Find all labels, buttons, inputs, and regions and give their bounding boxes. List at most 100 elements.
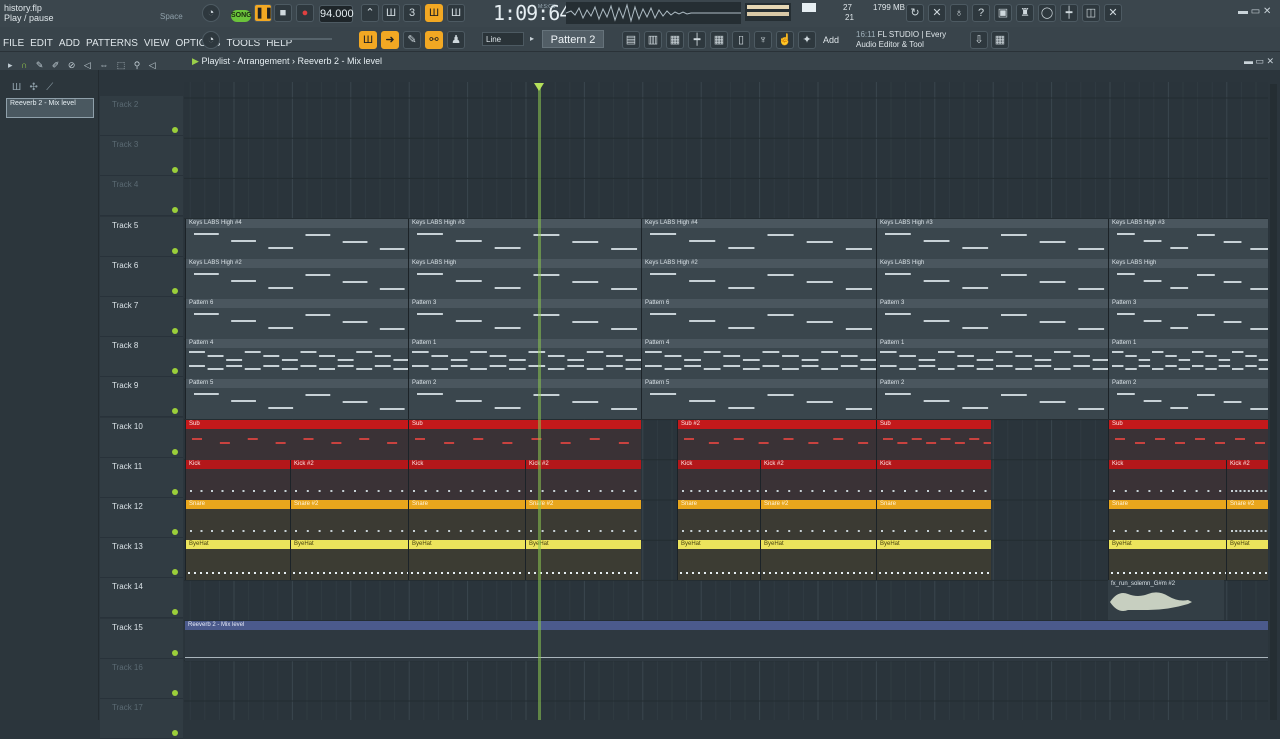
track-enable-led[interactable] [172, 730, 178, 736]
playhead-marker-icon[interactable] [534, 83, 544, 91]
plugin-picker-icon[interactable]: ♆ [754, 31, 772, 49]
drum-clip[interactable]: Kick [1108, 459, 1226, 500]
drum-clip[interactable]: Snare [876, 500, 991, 540]
menu-view[interactable]: VIEW [144, 38, 170, 49]
plugin-icon[interactable]: ♜ [1016, 4, 1034, 22]
drum-clip[interactable]: Kick #2 [525, 459, 641, 500]
pattern-prev-icon[interactable]: ▸ [530, 34, 534, 43]
drum-clip[interactable]: Snare #2 [525, 500, 641, 540]
drum-clip[interactable]: Kick [677, 459, 760, 500]
zoom-icon[interactable]: ⚲ [134, 60, 141, 71]
dense-clip[interactable]: Pattern 1 [408, 339, 641, 380]
fader-icon[interactable]: ┿ [1060, 4, 1078, 22]
pattern-clip[interactable]: Keys LABS High #4 [641, 218, 876, 259]
audio-clip[interactable]: fx_run_solemn_G#m #2 [1108, 580, 1224, 621]
channel-view-icon[interactable]: ▦ [710, 31, 728, 49]
pattern-clip[interactable]: Pattern 2 [408, 379, 641, 420]
track-enable-led[interactable] [172, 247, 178, 254]
snap-select[interactable]: Line [482, 32, 524, 46]
song-time-display[interactable]: 1:09:64 [493, 1, 571, 25]
hat-clip[interactable]: ByeHat [760, 540, 876, 581]
magnet-icon[interactable]: ∩ [21, 60, 27, 70]
sub-clip[interactable]: Sub [1108, 419, 1268, 460]
marker-icon[interactable]: ✦ [798, 31, 816, 49]
track-header[interactable]: Track 8 [100, 337, 183, 378]
master-volume-knob[interactable]: ◔ [202, 4, 220, 22]
sub-clip[interactable]: Sub [408, 419, 641, 460]
track-enable-led[interactable] [172, 569, 178, 576]
track-header[interactable]: Track 9 [100, 377, 183, 418]
channel-rack-icon[interactable]: ▦ [666, 31, 684, 49]
help-icon[interactable]: ? [972, 4, 990, 22]
track-header[interactable]: Track 3 [100, 136, 183, 177]
drum-clip[interactable]: Snare #2 [290, 500, 408, 540]
hat-clip[interactable]: ByeHat [290, 540, 408, 581]
drum-clip[interactable]: Snare #2 [760, 500, 876, 540]
dense-clip[interactable]: Pattern 1 [1108, 339, 1268, 380]
hat-clip[interactable]: ByeHat [525, 540, 641, 581]
drum-clip[interactable]: Snare [185, 500, 290, 540]
record-button[interactable]: ● [296, 4, 314, 22]
automation-clip[interactable]: Reeverb 2 - Mix level [185, 620, 1268, 661]
download-icon[interactable]: ⇩ [970, 31, 988, 49]
piano-roll-icon[interactable]: ▥ [644, 31, 662, 49]
track-enable-led[interactable] [172, 207, 178, 214]
drum-clip[interactable]: Kick #2 [290, 459, 408, 500]
pattern-clip[interactable]: Keys LABS High [408, 258, 641, 299]
dense-clip[interactable]: Pattern 4 [641, 339, 876, 380]
drum-clip[interactable]: Snare [1108, 500, 1226, 540]
pattern-clip[interactable]: Keys LABS High [1108, 258, 1268, 299]
document-icon[interactable]: ▯ [732, 31, 750, 49]
track-header[interactable]: Track 16 [100, 658, 183, 699]
hat-clip[interactable]: ByeHat [677, 540, 760, 581]
pattern-clip[interactable]: Pattern 3 [876, 299, 1108, 339]
pattern-clip[interactable]: Keys LABS High #3 [1108, 218, 1268, 259]
dense-clip[interactable]: Pattern 4 [185, 339, 408, 380]
pattern-selector[interactable]: Pattern 2 [542, 30, 604, 48]
mixer-icon[interactable]: ✕ [928, 4, 946, 22]
pattern-clip[interactable]: Pattern 6 [185, 299, 408, 339]
step-edit-icon[interactable]: Ш [425, 4, 443, 22]
add-button[interactable]: Add [823, 35, 839, 45]
track-header[interactable]: Track 17 [100, 699, 183, 739]
mixer-view-icon[interactable]: ┿ [688, 31, 706, 49]
track-enable-led[interactable] [172, 689, 178, 696]
hat-clip[interactable]: ByeHat [1226, 540, 1268, 581]
panel-tool-icons[interactable]: Ш ✣ ⟋ [12, 82, 53, 93]
link-icon[interactable]: ⚯ [425, 31, 443, 49]
track-header[interactable]: Track 11 [100, 457, 183, 498]
track-enable-led[interactable] [172, 609, 178, 616]
track-header[interactable]: Track 5 [100, 216, 183, 257]
pattern-clip[interactable]: Pattern 2 [876, 379, 1108, 420]
drum-clip[interactable]: Snare [408, 500, 525, 540]
track-enable-led[interactable] [172, 287, 178, 294]
drum-clip[interactable]: Snare [677, 500, 760, 540]
stop-button[interactable]: ■ [274, 4, 292, 22]
drum-clip[interactable]: Kick [876, 459, 991, 500]
pattern-clip[interactable]: Keys LABS High #2 [185, 258, 408, 299]
track-enable-led[interactable] [172, 368, 178, 375]
menu-add[interactable]: ADD [59, 38, 80, 49]
track-enable-led[interactable] [172, 167, 178, 174]
track-enable-led[interactable] [172, 488, 178, 495]
pattern-clip[interactable]: Keys LABS High #3 [408, 218, 641, 259]
pattern-clip[interactable]: Keys LABS High #2 [641, 258, 876, 299]
arrow-icon[interactable]: ➜ [381, 31, 399, 49]
grid-icon[interactable]: ▦ [991, 31, 1009, 49]
pitch-knob[interactable]: ◔ [202, 31, 220, 49]
track-enable-led[interactable] [172, 649, 178, 656]
sub-clip[interactable]: Sub [185, 419, 408, 460]
pattern-clip[interactable]: Keys LABS High [876, 258, 1108, 299]
save-icon[interactable]: ▣ [994, 4, 1012, 22]
loop-record-icon[interactable]: Ш [447, 4, 465, 22]
chat-icon[interactable]: ◯ [1038, 4, 1056, 22]
track-header[interactable]: Track 7 [100, 297, 183, 337]
pattern-clip[interactable]: Pattern 3 [408, 299, 641, 339]
drum-clip[interactable]: Kick #2 [1226, 459, 1268, 500]
window-controls[interactable]: ▬ ▭ ✕ [1238, 6, 1271, 17]
wait-input-icon[interactable]: Ш [382, 4, 400, 22]
menu-patterns[interactable]: PATTERNS [86, 38, 138, 49]
microphone-icon[interactable]: ♁ [950, 4, 968, 22]
vertical-scrollbar[interactable] [1270, 84, 1277, 720]
playback-icon[interactable]: ◁ [149, 60, 156, 71]
